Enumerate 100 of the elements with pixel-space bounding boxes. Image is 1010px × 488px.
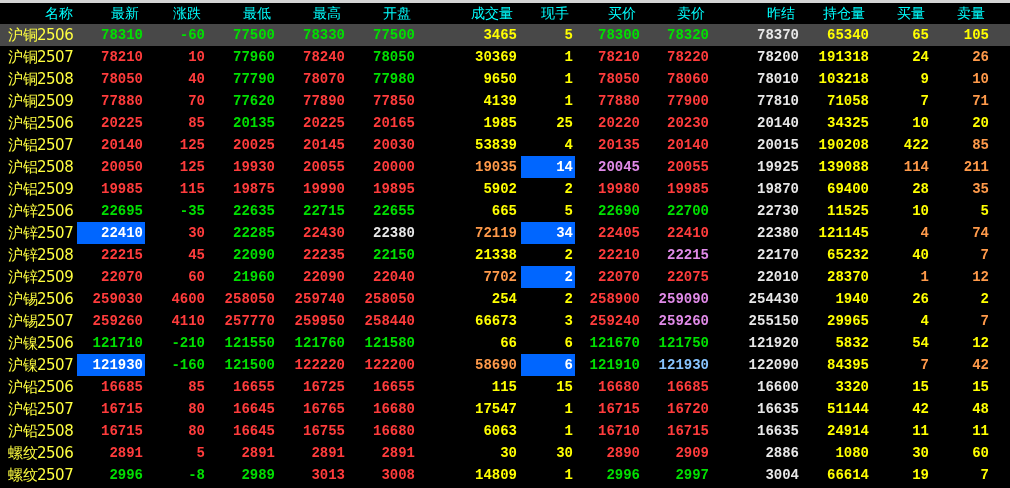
column-header[interactable]: 最高 <box>277 4 347 23</box>
table-row[interactable]: 沪铜2507 78210 10 77960 78240 78050 30369 1 78210 78220 78200 191318 24 26 <box>0 46 1010 68</box>
table-cell-text: 20140 <box>100 136 144 155</box>
table-row[interactable]: 沪铝2507 20140 125 20025 20145 20030 53839 4 20135 20140 20015 190208 422 85 <box>0 134 1010 156</box>
table-cell-text: 77850 <box>372 92 416 111</box>
table-cell-text: 2996 <box>108 466 144 485</box>
table-cell-text: 122090 <box>747 356 800 375</box>
table-row[interactable]: 螺纹2506 2891 5 2891 2891 2891 30 30 2890 2909 2886 1080 30 60 <box>0 442 1010 464</box>
table-row[interactable]: 沪铅2506 16685 85 16655 16725 16655 115 15 16680 16685 16600 3320 15 15 <box>0 376 1010 398</box>
table-row[interactable]: 沪镍2506 121710 -210 121550 121760 121580 66 6 121670 121750 121920 5832 54 12 <box>0 332 1010 354</box>
table-row[interactable]: 沪铝2508 20050 125 19930 20055 20000 19035 14 20045 20055 19925 139088 114 211 <box>0 156 1010 178</box>
table-cell-text: 48 <box>971 400 990 419</box>
table-cell-text: 22655 <box>372 202 416 221</box>
table-cell-text: 422 <box>902 136 930 155</box>
contract-name: 沪锡2506 <box>7 289 75 309</box>
table-cell-text: 258050 <box>223 290 276 309</box>
table-row[interactable]: 沪铅2507 16715 80 16645 16765 16680 17547 1 16715 16720 16635 51144 42 48 <box>0 398 1010 420</box>
table-cell-text: 5832 <box>834 334 870 353</box>
table-cell-text: 22695 <box>100 202 144 221</box>
table-row[interactable]: 螺纹2507 2996 -8 2989 3013 3008 14809 1 2996 2997 3004 66614 19 7 <box>0 464 1010 486</box>
table-cell-text: 78070 <box>302 70 346 89</box>
table-row[interactable]: 沪铜2508 78050 40 77790 78070 77980 9650 1 78050 78060 78010 103218 9 10 <box>0 68 1010 90</box>
contract-name: 沪锌2508 <box>7 245 75 265</box>
table-cell-text: 2997 <box>674 466 710 485</box>
table-cell-text: 22410 <box>666 224 710 243</box>
column-header[interactable]: 买价 <box>575 4 642 23</box>
table-row[interactable]: 沪铝2509 19985 115 19875 19990 19895 5902 2 19980 19985 19870 69400 28 35 <box>0 178 1010 200</box>
table-cell-text: 22235 <box>302 246 346 265</box>
table-cell-text: 9650 <box>482 70 518 89</box>
table-cell-text: 16645 <box>232 422 276 441</box>
table-row[interactable]: 沪铜2506 78310 -60 77500 78330 77500 3465 5 78300 78320 78370 65340 65 105 <box>0 24 1010 46</box>
table-cell-text: 1 <box>563 70 574 89</box>
table-cell-text: 16710 <box>597 422 641 441</box>
table-cell-text: 211 <box>962 158 990 177</box>
table-cell-text: -160 <box>170 356 206 375</box>
table-row[interactable]: 沪锌2509 22070 60 21960 22090 22040 7702 2 22070 22075 22010 28370 1 12 <box>0 266 1010 288</box>
table-row[interactable]: 沪锡2506 259030 4600 258050 259740 258050 254 2 258900 259090 254430 1940 26 2 <box>0 288 1010 310</box>
table-cell-text: 19870 <box>756 180 800 199</box>
column-header[interactable]: 最新 <box>75 4 145 23</box>
table-row[interactable]: 沪锌2506 22695 -35 22635 22715 22655 665 5 22690 22700 22730 11525 10 5 <box>0 200 1010 222</box>
table-cell-text: 3465 <box>482 26 518 45</box>
column-header[interactable]: 持仓量 <box>801 4 871 23</box>
table-row[interactable]: 沪铜2509 77880 70 77620 77890 77850 4139 1 77880 77900 77810 71058 7 71 <box>0 90 1010 112</box>
table-cell-text: -60 <box>178 26 206 45</box>
table-row[interactable]: 沪锌2508 22215 45 22090 22235 22150 21338 2 22210 22215 22170 65232 40 7 <box>0 244 1010 266</box>
column-header[interactable]: 名称 <box>0 4 75 23</box>
table-cell-text: 7 <box>979 312 990 331</box>
table-cell-text: 19895 <box>372 180 416 199</box>
table-cell-text: 42 <box>971 356 990 375</box>
table-row[interactable]: 沪锡2507 259260 4110 257770 259950 258440 66673 3 259240 259260 255150 29965 4 7 <box>0 310 1010 332</box>
table-cell-text: 5 <box>195 444 206 463</box>
table-cell-text: 1 <box>919 268 930 287</box>
table-cell-text: 3008 <box>380 466 416 485</box>
table-cell: 14 <box>521 156 575 178</box>
column-header[interactable]: 开盘 <box>347 4 417 23</box>
table-cell-text: 54 <box>911 334 930 353</box>
table-cell-text: 9 <box>919 70 930 89</box>
table-cell-text: 16645 <box>232 400 276 419</box>
table-cell-text: 3 <box>563 312 574 331</box>
table-row[interactable]: 沪镍2507 121930 -160 121500 122220 122200 58690 6 121910 121930 122090 84395 7 42 <box>0 354 1010 376</box>
table-cell-text: 20050 <box>100 158 144 177</box>
table-cell-text: 30 <box>911 444 930 463</box>
table-cell-text: 22285 <box>232 224 276 243</box>
table-cell-text: 20025 <box>232 136 276 155</box>
table-cell-text: 258050 <box>363 290 416 309</box>
table-cell-text: 78060 <box>666 70 710 89</box>
table-cell-text: 259090 <box>657 290 710 309</box>
table-cell-text: 4110 <box>170 312 206 331</box>
column-header[interactable]: 最低 <box>207 4 277 23</box>
table-cell-text: 77980 <box>372 70 416 89</box>
table-cell: 22410 <box>77 222 145 244</box>
column-header[interactable]: 成交量 <box>417 4 519 23</box>
contract-name: 螺纹2507 <box>7 465 75 485</box>
table-cell-text: 20 <box>971 114 990 133</box>
contract-name: 螺纹2506 <box>7 443 75 463</box>
table-row[interactable]: 沪铅2508 16715 80 16645 16755 16680 6063 1 16710 16715 16635 24914 11 11 <box>0 420 1010 442</box>
table-cell-text: 1 <box>563 400 574 419</box>
table-row[interactable]: 沪铝2506 20225 85 20135 20225 20165 1985 25 20220 20230 20140 34325 10 20 <box>0 112 1010 134</box>
table-cell-text: 26 <box>911 290 930 309</box>
column-header[interactable]: 卖量 <box>931 4 991 23</box>
table-cell-text: 78050 <box>372 48 416 67</box>
table-cell-text: 34325 <box>826 114 870 133</box>
column-header[interactable]: 昨结 <box>711 4 801 23</box>
column-header[interactable]: 涨跌 <box>145 4 207 23</box>
table-cell-text: 78050 <box>100 70 144 89</box>
table-row[interactable]: 沪锌2507 22410 30 22285 22430 22380 72119 34 22405 22410 22380 121145 4 74 <box>0 222 1010 244</box>
column-header[interactable]: 现手 <box>519 4 575 23</box>
table-cell-text: 259260 <box>657 312 710 331</box>
table-cell-text: 19980 <box>597 180 641 199</box>
table-cell: 121930 <box>77 354 145 376</box>
table-cell-text: 20055 <box>666 158 710 177</box>
table-cell-text: 114 <box>902 158 930 177</box>
table-cell-text: 16680 <box>597 378 641 397</box>
table-cell-text: 121910 <box>588 356 641 375</box>
column-header[interactable]: 卖价 <box>642 4 711 23</box>
column-header[interactable]: 买量 <box>871 4 931 23</box>
table-cell-text: 255150 <box>747 312 800 331</box>
table-cell-text: 1 <box>563 48 574 67</box>
contract-name: 沪镍2507 <box>7 355 75 375</box>
table-cell-text: 77900 <box>666 92 710 111</box>
